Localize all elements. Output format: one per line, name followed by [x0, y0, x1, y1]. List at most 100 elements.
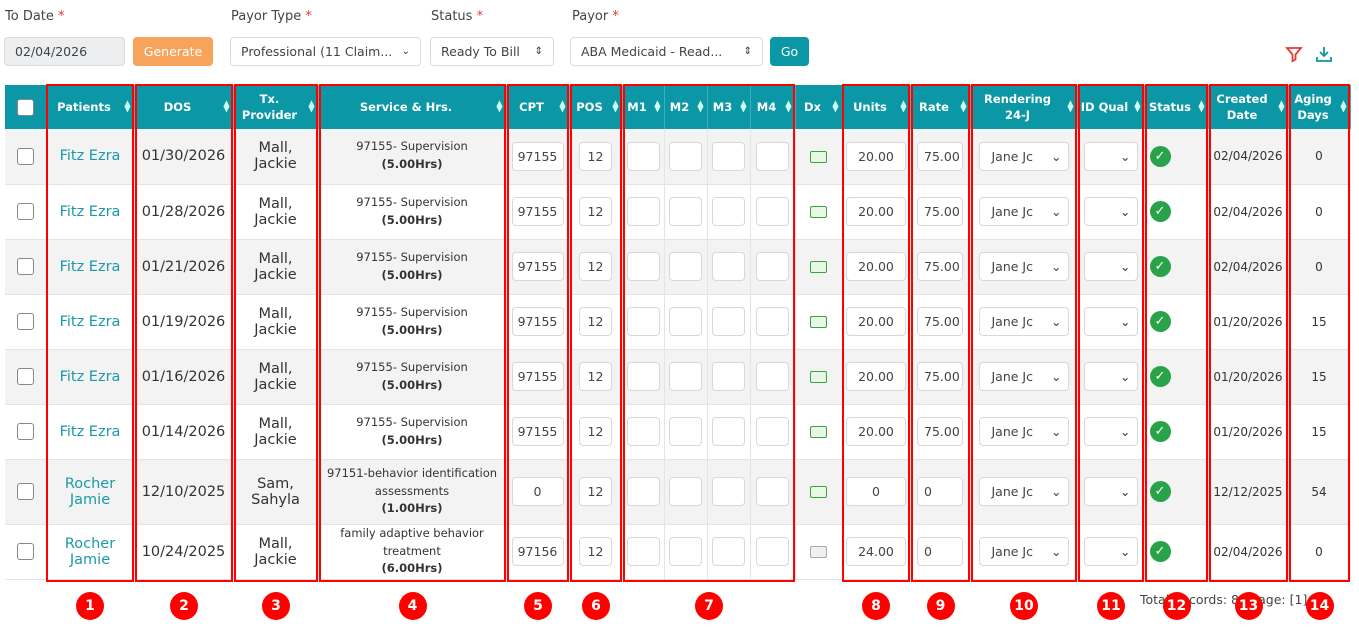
patient-link[interactable]: Fitz Ezra	[60, 314, 121, 330]
diagnosis-card-icon[interactable]	[810, 206, 827, 218]
sort-icon[interactable]: ▲ ▼	[785, 99, 791, 113]
row-checkbox[interactable]	[16, 258, 34, 275]
m3-input[interactable]	[712, 417, 745, 446]
column-header-dx[interactable]: Dx ▲ ▼	[795, 85, 843, 129]
patient-link[interactable]: Fitz Ezra	[60, 259, 121, 275]
m3-input[interactable]	[712, 141, 745, 171]
diagnosis-card-icon[interactable]	[810, 261, 827, 273]
column-header-service-hrs[interactable]: Service & Hrs. ▲ ▼	[318, 85, 507, 129]
sort-icon[interactable]: ▲ ▼	[1278, 99, 1284, 113]
m4-input[interactable]	[756, 252, 789, 281]
column-header-m3[interactable]: M3 ▲ ▼	[707, 85, 751, 129]
sort-icon[interactable]: ▲ ▼	[559, 99, 565, 113]
generate-button[interactable]: Generate	[133, 37, 213, 66]
column-header-patients[interactable]: Patients ▲ ▼	[46, 85, 135, 129]
units-input[interactable]: 20.00	[846, 252, 906, 281]
m4-input[interactable]	[756, 417, 789, 446]
column-header-status[interactable]: Status ▲ ▼	[1144, 85, 1209, 129]
rendering-select[interactable]: Jane Jc ⌄	[978, 477, 1069, 506]
rendering-select[interactable]: Jane Jc ⌄	[978, 141, 1069, 171]
m4-input[interactable]	[756, 307, 789, 336]
id-qual-select[interactable]: ⌄	[1083, 307, 1138, 336]
sort-icon[interactable]: ▲ ▼	[1067, 99, 1073, 113]
sort-icon[interactable]: ▲ ▼	[1198, 99, 1204, 113]
column-header-rate[interactable]: Rate ▲ ▼	[910, 85, 971, 129]
m1-input[interactable]	[626, 417, 660, 446]
sort-icon[interactable]: ▲ ▼	[697, 99, 703, 113]
rate-input[interactable]: 0	[917, 477, 963, 506]
to-date-input[interactable]: 02/04/2026	[4, 37, 125, 66]
diagnosis-card-icon[interactable]	[810, 486, 827, 498]
row-checkbox[interactable]	[16, 203, 34, 220]
id-qual-select[interactable]: ⌄	[1083, 197, 1138, 226]
diagnosis-card-icon[interactable]	[810, 546, 827, 558]
payor-select[interactable]: ABA Medicaid - Read... ⇕	[570, 37, 763, 66]
m3-input[interactable]	[712, 362, 745, 391]
m2-input[interactable]	[669, 307, 702, 336]
patient-link[interactable]: Rocher Jamie	[65, 476, 115, 508]
m2-input[interactable]	[669, 197, 702, 226]
m1-input[interactable]	[626, 141, 660, 171]
pos-input[interactable]: 12	[579, 307, 612, 336]
units-input[interactable]: 20.00	[846, 141, 906, 171]
cpt-input[interactable]: 97155	[511, 252, 564, 281]
column-header-created-date[interactable]: Created Date ▲ ▼	[1208, 85, 1289, 129]
patient-link[interactable]: Fitz Ezra	[60, 369, 121, 385]
sort-icon[interactable]: ▲ ▼	[1340, 99, 1346, 113]
cpt-input[interactable]: 97155	[511, 141, 564, 171]
rate-input[interactable]: 0	[917, 537, 963, 566]
m3-input[interactable]	[712, 477, 745, 506]
rendering-select[interactable]: Jane Jc ⌄	[978, 537, 1069, 566]
m4-input[interactable]	[756, 141, 789, 171]
units-input[interactable]: 20.00	[846, 417, 906, 446]
rate-input[interactable]: 75.00	[917, 252, 963, 281]
m2-input[interactable]	[669, 141, 702, 171]
rendering-select[interactable]: Jane Jc ⌄	[978, 252, 1069, 281]
units-input[interactable]: 24.00	[846, 537, 906, 566]
rate-input[interactable]: 75.00	[917, 197, 963, 226]
cpt-input[interactable]: 0	[511, 477, 564, 506]
pos-input[interactable]: 12	[579, 537, 612, 566]
sort-icon[interactable]: ▲ ▼	[960, 99, 966, 113]
diagnosis-card-icon[interactable]	[810, 316, 827, 328]
sort-icon[interactable]: ▲ ▼	[832, 99, 838, 113]
column-header-dos[interactable]: DOS ▲ ▼	[134, 85, 234, 129]
m1-input[interactable]	[626, 477, 660, 506]
row-checkbox[interactable]	[16, 483, 34, 500]
row-checkbox[interactable]	[16, 368, 34, 385]
sort-icon[interactable]: ▲ ▼	[900, 99, 906, 113]
column-header-aging-days[interactable]: Aging Days ▲ ▼	[1288, 85, 1351, 129]
patient-link[interactable]: Rocher Jamie	[65, 536, 115, 568]
m4-input[interactable]	[756, 197, 789, 226]
m2-input[interactable]	[669, 362, 702, 391]
pos-input[interactable]: 12	[579, 477, 612, 506]
cpt-input[interactable]: 97156	[511, 537, 564, 566]
row-checkbox[interactable]	[16, 313, 34, 330]
pos-input[interactable]: 12	[579, 417, 612, 446]
m4-input[interactable]	[756, 362, 789, 391]
units-input[interactable]: 20.00	[846, 307, 906, 336]
cpt-input[interactable]: 97155	[511, 417, 564, 446]
rate-input[interactable]: 75.00	[917, 307, 963, 336]
m2-input[interactable]	[669, 477, 702, 506]
column-header-m4[interactable]: M4 ▲ ▼	[750, 85, 796, 129]
select-all-checkbox[interactable]	[16, 98, 34, 116]
cpt-input[interactable]: 97155	[511, 362, 564, 391]
patient-link[interactable]: Fitz Ezra	[60, 424, 121, 440]
m1-input[interactable]	[626, 252, 660, 281]
m1-input[interactable]	[626, 197, 660, 226]
m3-input[interactable]	[712, 252, 745, 281]
pos-input[interactable]: 12	[579, 252, 612, 281]
column-header-id-qual[interactable]: ID Qual ▲ ▼	[1077, 85, 1145, 129]
id-qual-select[interactable]: ⌄	[1083, 417, 1138, 446]
m2-input[interactable]	[669, 537, 702, 566]
id-qual-select[interactable]: ⌄	[1083, 141, 1138, 171]
go-button[interactable]: Go	[770, 37, 809, 66]
select-all-header[interactable]	[5, 85, 47, 129]
column-header-tx-provider[interactable]: Tx. Provider ▲ ▼	[233, 85, 319, 129]
row-checkbox[interactable]	[16, 423, 34, 440]
rendering-select[interactable]: Jane Jc ⌄	[978, 362, 1069, 391]
pos-input[interactable]: 12	[579, 141, 612, 171]
row-checkbox[interactable]	[16, 543, 34, 560]
sort-icon[interactable]: ▲ ▼	[740, 99, 746, 113]
